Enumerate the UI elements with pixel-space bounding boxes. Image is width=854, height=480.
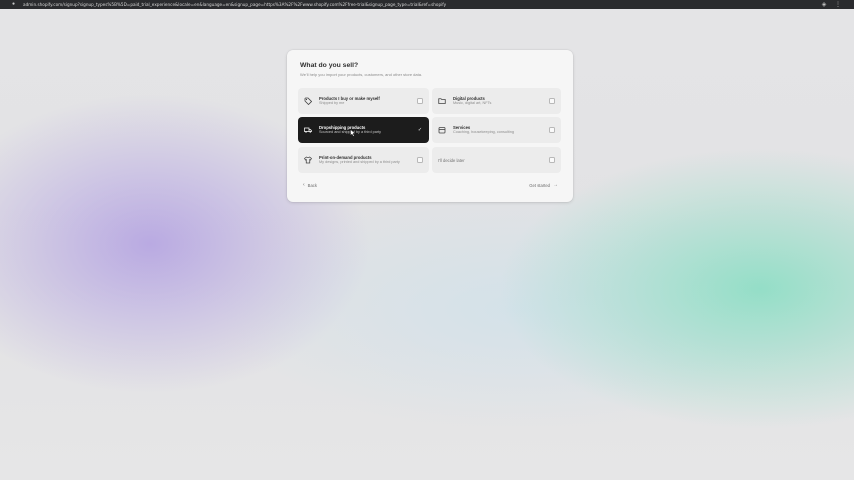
lock-icon: ● — [12, 1, 16, 7]
calendar-icon — [438, 126, 446, 134]
option-description: Music, digital art, NFTs — [453, 101, 492, 106]
option-decide-later[interactable]: I'll decide later — [432, 147, 561, 173]
dialog-subtitle: We'll help you import your products, cus… — [300, 72, 423, 77]
option-checkbox[interactable] — [417, 157, 423, 163]
option-dropshipping-products[interactable]: Dropshipping products Sourced and shippe… — [298, 117, 429, 143]
option-description: My designs, printed and shipped by a thi… — [319, 160, 400, 165]
folder-icon — [438, 97, 446, 105]
truck-icon — [304, 126, 312, 134]
more-vertical-icon[interactable]: ⋮ — [835, 2, 841, 8]
url-text[interactable]: admin.shopify.com/signup?signup_types%5B… — [23, 0, 813, 9]
get-started-button[interactable]: Get started → — [529, 182, 558, 189]
arrow-right-icon: → — [553, 182, 558, 188]
dialog-title: What do you sell? — [300, 62, 359, 69]
browser-address-bar[interactable]: ● admin.shopify.com/signup?signup_types%… — [0, 0, 854, 9]
option-checkbox[interactable] — [549, 127, 555, 133]
option-digital-products[interactable]: Digital products Music, digital art, NFT… — [432, 88, 561, 114]
option-checkbox[interactable] — [549, 157, 555, 163]
back-label: Back — [307, 183, 317, 188]
tag-icon — [304, 97, 312, 105]
option-title: I'll decide later — [438, 157, 465, 163]
chevron-left-icon: ‹ — [303, 182, 305, 188]
option-description: Shipped by me — [319, 101, 345, 106]
get-started-label: Get started — [529, 183, 550, 188]
option-description: Coaching, housekeeping, consulting — [453, 130, 515, 135]
back-button[interactable]: ‹ Back — [303, 182, 317, 189]
option-services[interactable]: Services Coaching, housekeeping, consult… — [432, 117, 561, 143]
shirt-icon — [304, 156, 312, 164]
mouse-cursor-icon — [350, 129, 356, 137]
option-description: Sourced and shipped by a third party — [319, 130, 382, 135]
checkmark-icon[interactable]: ✓ — [417, 127, 423, 133]
what-do-you-sell-dialog: What do you sell? We'll help you import … — [287, 50, 573, 202]
option-products-i-make[interactable]: Products I buy or make myself Shipped by… — [298, 88, 429, 114]
option-print-on-demand[interactable]: Print-on-demand products My designs, pri… — [298, 147, 429, 173]
option-checkbox[interactable] — [549, 98, 555, 104]
puzzle-icon[interactable]: ◈ — [821, 2, 827, 8]
option-checkbox[interactable] — [417, 98, 423, 104]
